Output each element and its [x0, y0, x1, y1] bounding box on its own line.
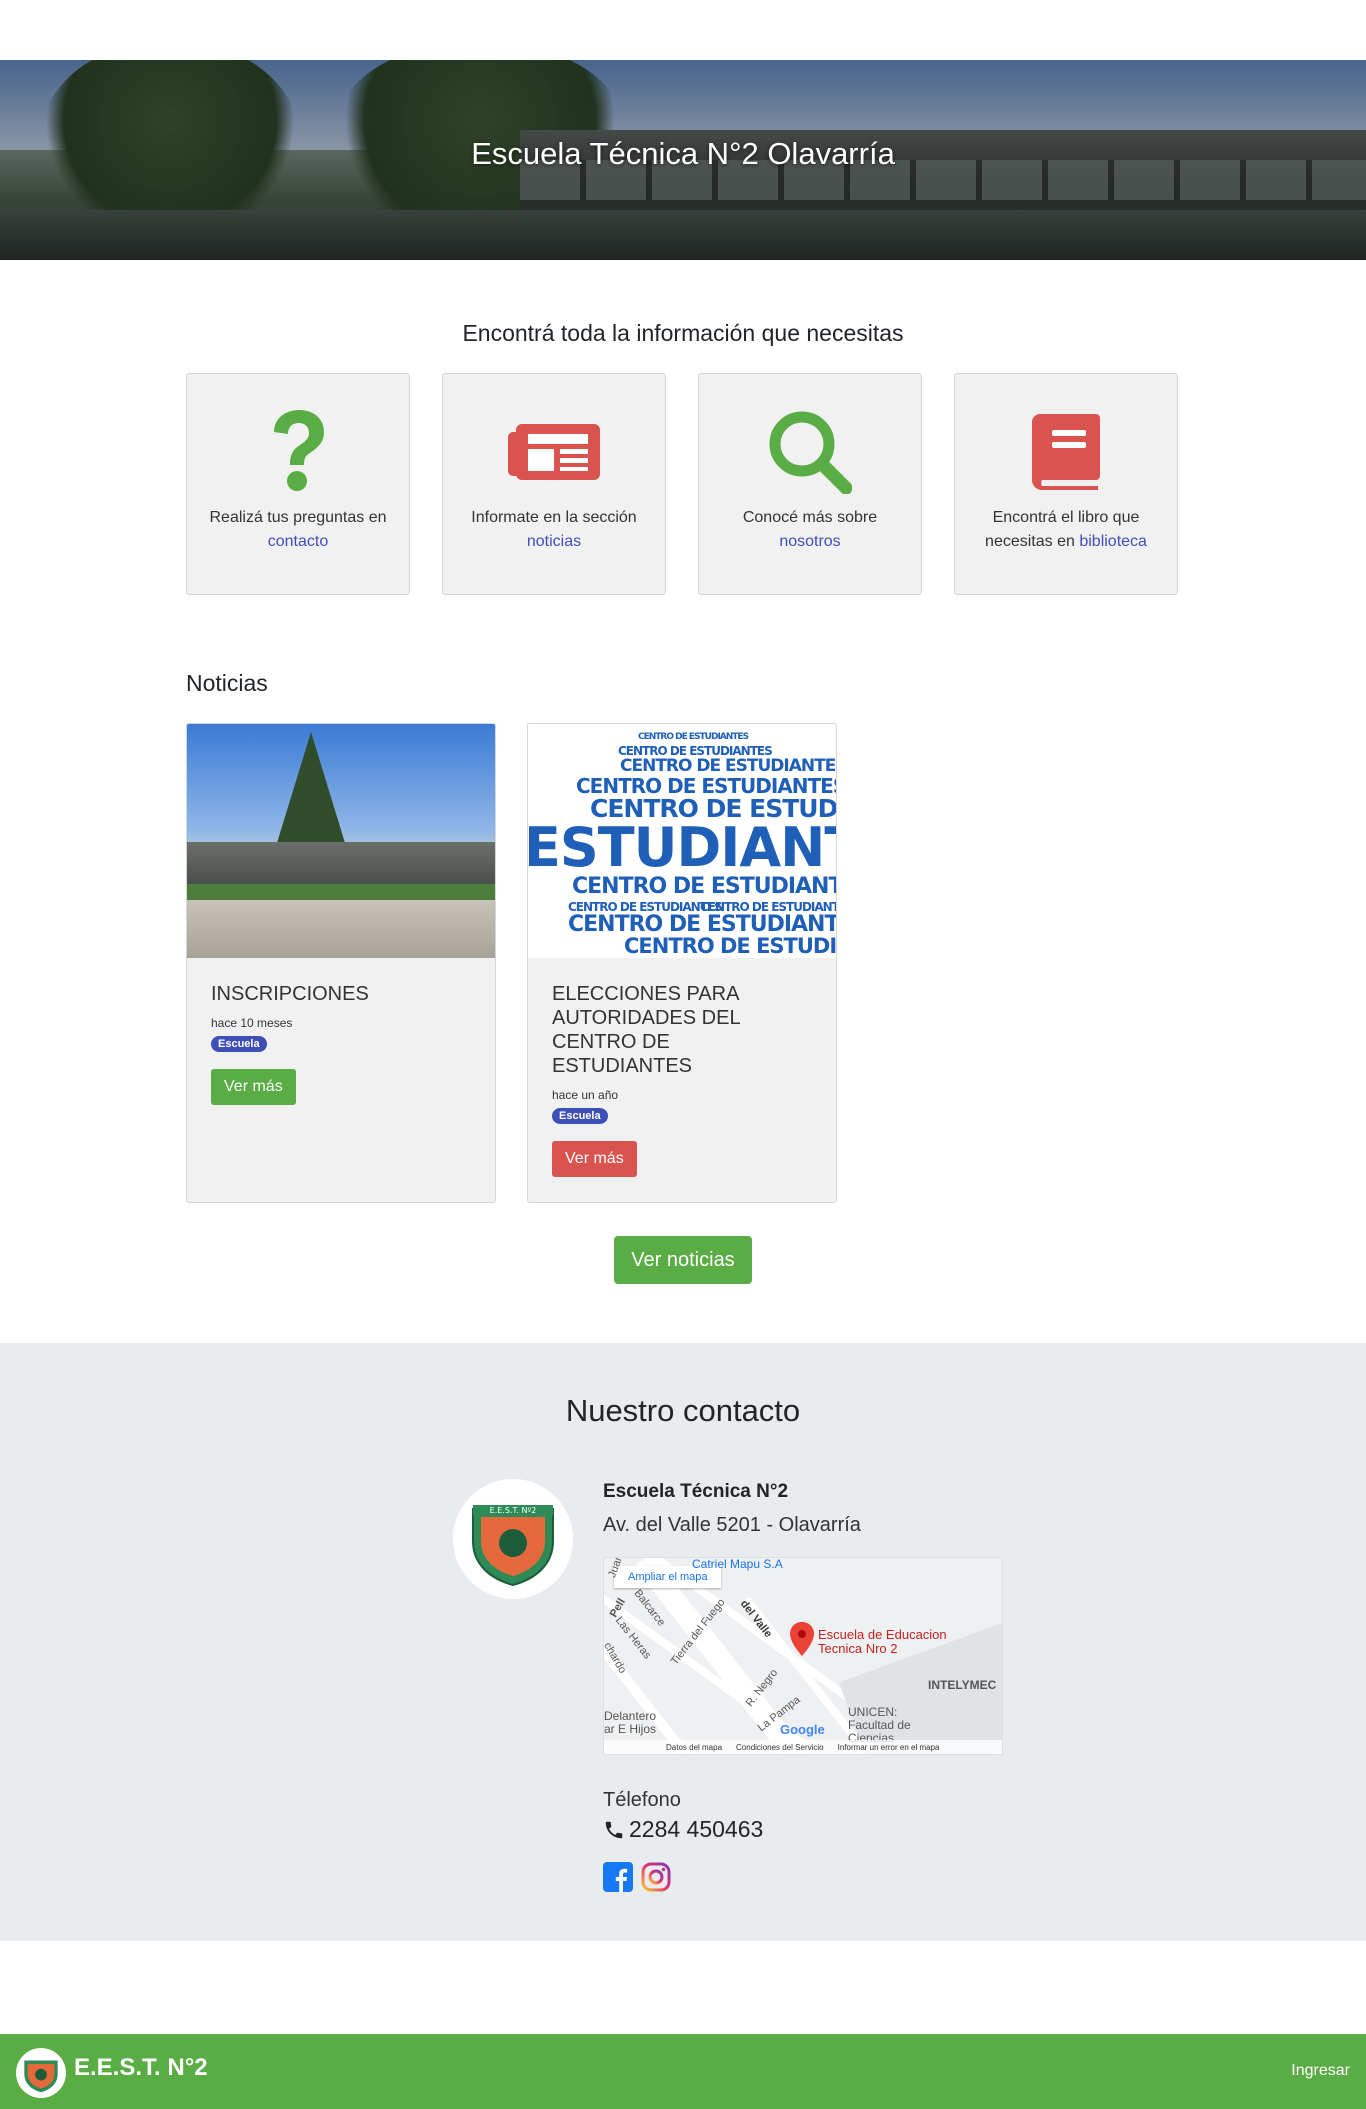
- school-address: Av. del Valle 5201 - Olavarría: [603, 1514, 861, 1536]
- info-card-contact: Realizá tus preguntas en contacto: [186, 373, 410, 595]
- school-shield-icon: [24, 2060, 58, 2093]
- news-image[interactable]: [187, 724, 495, 958]
- facebook-icon[interactable]: [603, 1862, 633, 1892]
- view-news-button[interactable]: Ver noticias: [614, 1236, 752, 1284]
- read-more-button[interactable]: Ver más: [211, 1069, 296, 1105]
- footer-logo[interactable]: [16, 2048, 66, 2098]
- social-links: [603, 1862, 671, 1892]
- instagram-icon[interactable]: [641, 1862, 671, 1892]
- book-icon: [955, 410, 1177, 494]
- contact-heading: Nuestro contacto: [565, 1393, 801, 1428]
- map-footer: Datos del mapa Condiciones del Servicio …: [604, 1740, 1002, 1754]
- nosotros-link[interactable]: nosotros: [779, 533, 840, 550]
- news-card: INSCRIPCIONES hace 10 meses Escuela Ver …: [186, 723, 496, 1203]
- news-title: ELECCIONES PARA AUTORIDADES DEL CENTRO D…: [552, 983, 740, 1077]
- info-card-about: Conocé más sobre nosotros: [698, 373, 922, 595]
- search-icon: [699, 410, 921, 494]
- question-icon: [187, 410, 409, 494]
- news-image[interactable]: CENTRO DE ESTUDIANTES CENTRO DE ESTUDIAN…: [528, 724, 836, 958]
- category-badge: Escuela: [211, 1036, 267, 1052]
- info-card-text: Encontrá el libro que necesitas en bibli…: [985, 509, 1147, 550]
- footer-brand[interactable]: E.E.S.T. N°2: [74, 2054, 208, 2082]
- info-card-news: Informate en la sección noticias: [442, 373, 666, 595]
- contact-section: Nuestro contacto E.E.S.T. Nº2 Escuela Té…: [0, 1343, 1366, 1941]
- news-date: hace 10 meses: [211, 1016, 293, 1030]
- hero-title: Escuela Técnica N°2 Olavarría: [471, 136, 895, 171]
- biblioteca-link[interactable]: biblioteca: [1079, 533, 1147, 550]
- footer-navbar: E.E.S.T. N°2 Ingresar: [0, 2034, 1366, 2109]
- school-shield-icon: E.E.S.T. Nº2: [472, 1505, 554, 1587]
- phone-icon: [605, 1821, 623, 1838]
- news-card: CENTRO DE ESTUDIANTES CENTRO DE ESTUDIAN…: [527, 723, 837, 1203]
- info-card-text: Informate en la sección noticias: [471, 509, 637, 550]
- noticias-link[interactable]: noticias: [527, 533, 581, 550]
- contacto-link[interactable]: contacto: [268, 533, 328, 550]
- school-logo: E.E.S.T. Nº2: [453, 1479, 573, 1599]
- news-title: INSCRIPCIONES: [211, 983, 369, 1005]
- google-logo: Google: [780, 1722, 825, 1737]
- hero-banner: Escuela Técnica N°2 Olavarría: [0, 60, 1366, 260]
- location-pin-icon: [790, 1622, 814, 1656]
- newspaper-icon: [443, 410, 665, 494]
- svg-text:E.E.S.T. Nº2: E.E.S.T. Nº2: [490, 1506, 537, 1515]
- info-card-library: Encontrá el libro que necesitas en bibli…: [954, 373, 1178, 595]
- location-map[interactable]: Ampliar el mapa Catriel Mapu S.A del Val…: [603, 1557, 1003, 1755]
- read-more-button[interactable]: Ver más: [552, 1141, 637, 1177]
- news-heading: Noticias: [186, 670, 268, 696]
- category-badge: Escuela: [552, 1108, 608, 1124]
- login-link[interactable]: Ingresar: [1291, 2062, 1350, 2080]
- info-heading: Encontrá toda la información que necesit…: [462, 320, 904, 346]
- info-card-text: Realizá tus preguntas en contacto: [209, 509, 387, 550]
- map-pin-label: Escuela de Educacion Tecnica Nro 2: [818, 1627, 947, 1656]
- info-card-text: Conocé más sobre nosotros: [742, 509, 878, 550]
- news-date: hace un año: [552, 1088, 619, 1102]
- school-name: Escuela Técnica N°2: [603, 1481, 789, 1502]
- phone-number: 2284 450463: [603, 1816, 763, 1843]
- phone-label: Télefono: [603, 1789, 681, 1811]
